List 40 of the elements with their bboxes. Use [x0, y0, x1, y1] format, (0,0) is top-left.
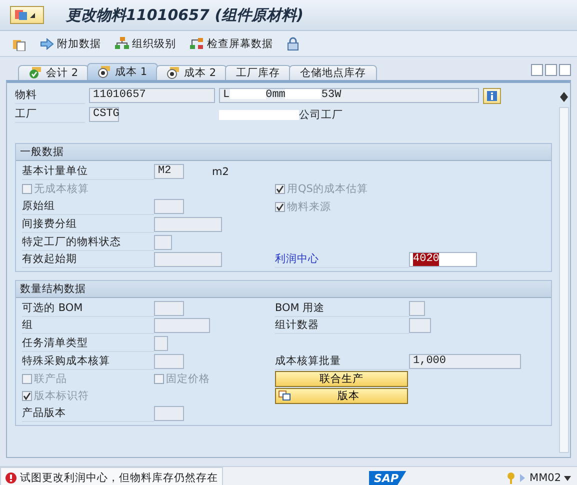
field-label: 特殊采购成本核算: [22, 352, 154, 370]
status-message: 试图更改利润中心，但物料库存仍然存在: [0, 467, 223, 485]
field-label: 任务清单类型: [22, 335, 154, 352]
description-field[interactable]: L 0mm 53W: [219, 88, 479, 103]
field-label: 可选的 BOM: [22, 300, 154, 317]
unit-text: m2: [212, 166, 229, 178]
field-label: 特定工厂的物料状态: [22, 234, 154, 251]
field-label: 有效起始期: [22, 251, 154, 268]
window-title: 更改物料11010657 (组件原材料): [66, 6, 304, 24]
logo: SAP: [369, 470, 407, 485]
field-label: 组计数器: [275, 317, 409, 334]
tab[interactable]: 成本 1: [87, 63, 158, 80]
field-label: 产品版本: [22, 405, 154, 422]
tab[interactable]: 会计 2: [18, 65, 90, 80]
field-label: BOM 用途: [275, 300, 409, 317]
toolbar-button[interactable]: 组织级别: [115, 36, 176, 50]
field-label: 组: [22, 317, 154, 334]
field-label: 间接费分组: [22, 216, 154, 234]
field-label: 利润中心: [275, 251, 409, 268]
push-button[interactable]: 版本: [275, 388, 408, 404]
plant-name: 公司工厂: [299, 108, 343, 122]
group-title: 一般数据: [16, 144, 551, 161]
transaction-code: MM02: [530, 472, 561, 484]
input-field[interactable]: 4020: [409, 252, 477, 268]
tab[interactable]: 工厂库存: [225, 65, 292, 80]
toolbar-button[interactable]: 检查屏幕数据: [190, 36, 273, 50]
push-button[interactable]: 联合生产: [275, 370, 408, 387]
tab[interactable]: 成本 2: [156, 65, 228, 80]
input-field[interactable]: 1,000: [409, 354, 521, 369]
field-label: 原始组: [22, 198, 154, 216]
group-title: 数量结构数据: [16, 280, 551, 298]
tab[interactable]: 仓储地点库存: [289, 65, 378, 80]
input-field[interactable]: CSTG: [89, 107, 119, 122]
toolbar-button[interactable]: 附加数据: [40, 36, 101, 50]
field-label: 物料: [15, 87, 85, 104]
field-label: 工厂: [15, 106, 85, 123]
input-field[interactable]: M2: [154, 164, 184, 180]
field-label: 基本计量单位: [22, 163, 154, 180]
input-field[interactable]: 11010657: [89, 88, 215, 103]
field-label: 成本核算批量: [275, 352, 409, 370]
